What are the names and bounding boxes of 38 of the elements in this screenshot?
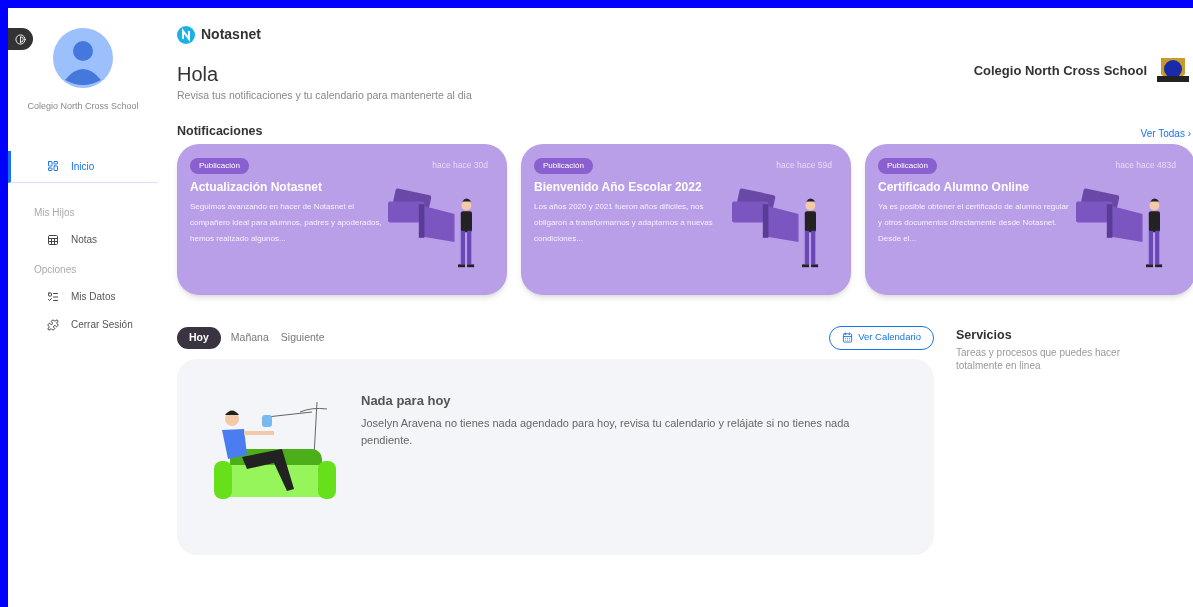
day-tab[interactable]: Siguiente bbox=[278, 326, 327, 349]
category-tag: Publicación bbox=[878, 157, 937, 174]
card-excerpt: Ya es posible obtener el certificado de alumno regular y otros documentos directamente desde Notasnet. Desde el... bbox=[878, 200, 1070, 245]
puzzle-icon bbox=[47, 318, 59, 331]
day-tab[interactable]: Hoy bbox=[177, 326, 221, 349]
section-heading: Opciones bbox=[33, 262, 78, 277]
card-excerpt: Los años 2020 y 2021 fueron años difíciles, nos obligaron a transformarnos y adaptarnos a nuevas condiciones... bbox=[534, 200, 714, 245]
see-all-link[interactable]: Ver Todas › bbox=[1140, 125, 1191, 141]
school-title: Colegio North Cross School bbox=[973, 62, 1147, 81]
nav-item[interactable]: Notas bbox=[8, 225, 158, 254]
empty-message: Joselyn Aravena no tienes nada agendado para hoy, revisa tu calendario y relájate si no tienes nada pendiente. bbox=[361, 416, 851, 448]
card-title: Actualización Notasnet bbox=[190, 178, 324, 196]
section-heading: Mis Hijos bbox=[33, 205, 76, 220]
empty-title: Nada para hoy bbox=[361, 391, 452, 410]
greeting-subtitle: Revisa tus notificaciones y tu calendario para mantenerte al dia bbox=[177, 88, 472, 103]
services-title: Servicios bbox=[956, 326, 1013, 344]
avatar-icon bbox=[53, 28, 113, 88]
card-title: Bienvenido Año Escolar 2022 bbox=[534, 178, 703, 196]
calendar-icon bbox=[842, 332, 854, 343]
greeting-heading: Hola bbox=[177, 62, 220, 86]
services-subtitle: Tareas y procesos que puedes hacer totalmente en linea bbox=[956, 346, 1121, 373]
card-excerpt: Seguimos avanzando en hacer de Notasnet el compañero ideal para alumnos, padres y apoderados, hemos realizado algunos... bbox=[190, 200, 382, 245]
nav-item[interactable]: Mis Datos bbox=[8, 282, 158, 311]
category-tag: Publicación bbox=[534, 157, 593, 174]
day-tab[interactable]: Mañana bbox=[228, 326, 271, 349]
brand-name: Notasnet bbox=[201, 25, 261, 44]
school-name: Colegio North Cross School bbox=[27, 100, 139, 113]
nav-item[interactable]: Cerrar Sesión bbox=[8, 310, 158, 339]
section-title: Notificaciones bbox=[177, 122, 263, 140]
theme-toggle-button[interactable] bbox=[8, 28, 33, 50]
category-tag: Publicación bbox=[190, 157, 249, 174]
logo-icon bbox=[177, 25, 195, 44]
table-icon bbox=[47, 233, 59, 246]
checklist-icon bbox=[47, 290, 59, 303]
nav-item[interactable]: Inicio bbox=[8, 150, 158, 183]
dashboard-icon bbox=[47, 160, 59, 172]
contrast-icon bbox=[15, 33, 26, 45]
card-title: Certificado Alumno Online bbox=[878, 178, 1030, 196]
